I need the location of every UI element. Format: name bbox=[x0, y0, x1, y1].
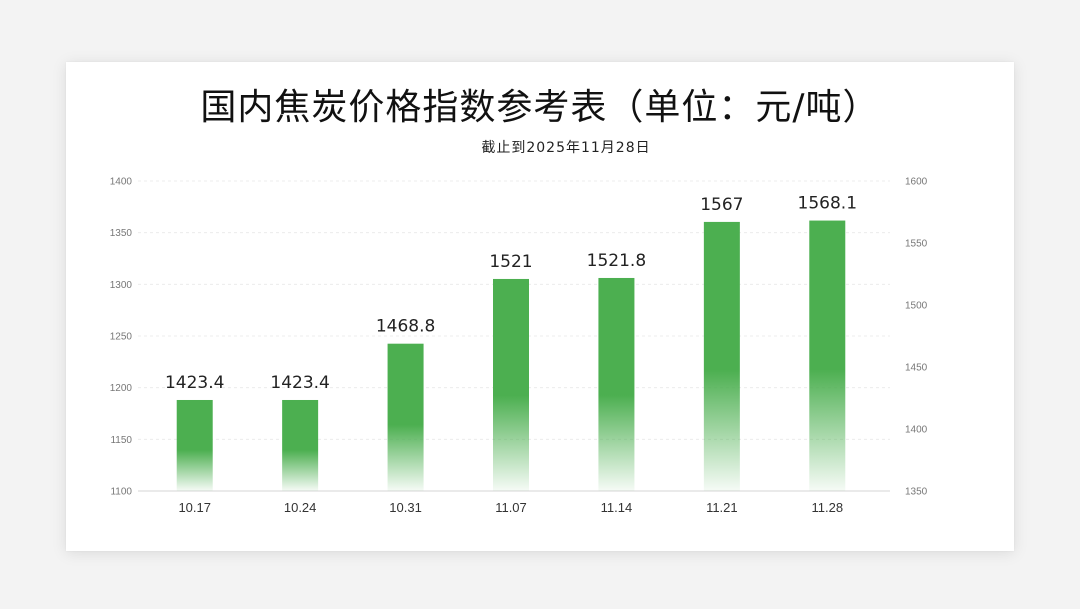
x-axis: 10.17 10.24 10.31 11.07 11.14 11.21 11.28 bbox=[178, 500, 843, 515]
left-tick-label: 1200 bbox=[110, 383, 133, 394]
category-label: 10.31 bbox=[389, 500, 422, 515]
category-label: 11.14 bbox=[601, 500, 633, 515]
left-tick-label: 1350 bbox=[110, 228, 133, 239]
right-axis: 1350 1400 1450 1500 1550 1600 bbox=[905, 177, 928, 498]
bar-chart: 1100 1150 1200 1250 1300 1350 1400 1350 1400 145… bbox=[110, 177, 928, 516]
bar bbox=[387, 343, 424, 491]
bar bbox=[176, 399, 213, 491]
category-label: 10.17 bbox=[178, 500, 211, 515]
left-tick-label: 1300 bbox=[110, 280, 133, 291]
left-tick-label: 1150 bbox=[110, 435, 132, 446]
data-label: 1423.4 bbox=[270, 373, 329, 393]
category-label: 11.28 bbox=[811, 500, 843, 515]
bar bbox=[282, 399, 319, 491]
bar bbox=[809, 220, 846, 491]
right-tick-label: 1350 bbox=[905, 487, 928, 498]
left-tick-label: 1250 bbox=[110, 332, 133, 343]
bar bbox=[703, 221, 740, 492]
right-tick-label: 1550 bbox=[905, 239, 928, 250]
right-tick-label: 1400 bbox=[905, 425, 928, 436]
right-tick-label: 1500 bbox=[905, 301, 928, 312]
bar bbox=[493, 278, 529, 491]
data-label: 1423.4 bbox=[165, 373, 224, 393]
data-label: 1567 bbox=[700, 195, 743, 215]
left-tick-label: 1100 bbox=[110, 487, 132, 498]
bar bbox=[598, 277, 635, 491]
left-tick-label: 1400 bbox=[110, 177, 133, 188]
data-label: 1568.1 bbox=[798, 194, 857, 214]
category-label: 10.24 bbox=[284, 500, 317, 515]
data-label: 1521.8 bbox=[587, 251, 646, 271]
right-tick-label: 1600 bbox=[905, 177, 928, 188]
category-label: 11.07 bbox=[495, 500, 527, 515]
left-axis: 1100 1150 1200 1250 1300 1350 1400 bbox=[110, 177, 133, 498]
data-label: 1468.8 bbox=[376, 317, 435, 337]
right-tick-label: 1450 bbox=[905, 363, 928, 374]
category-label: 11.21 bbox=[706, 500, 738, 515]
data-label: 1521 bbox=[489, 252, 532, 272]
